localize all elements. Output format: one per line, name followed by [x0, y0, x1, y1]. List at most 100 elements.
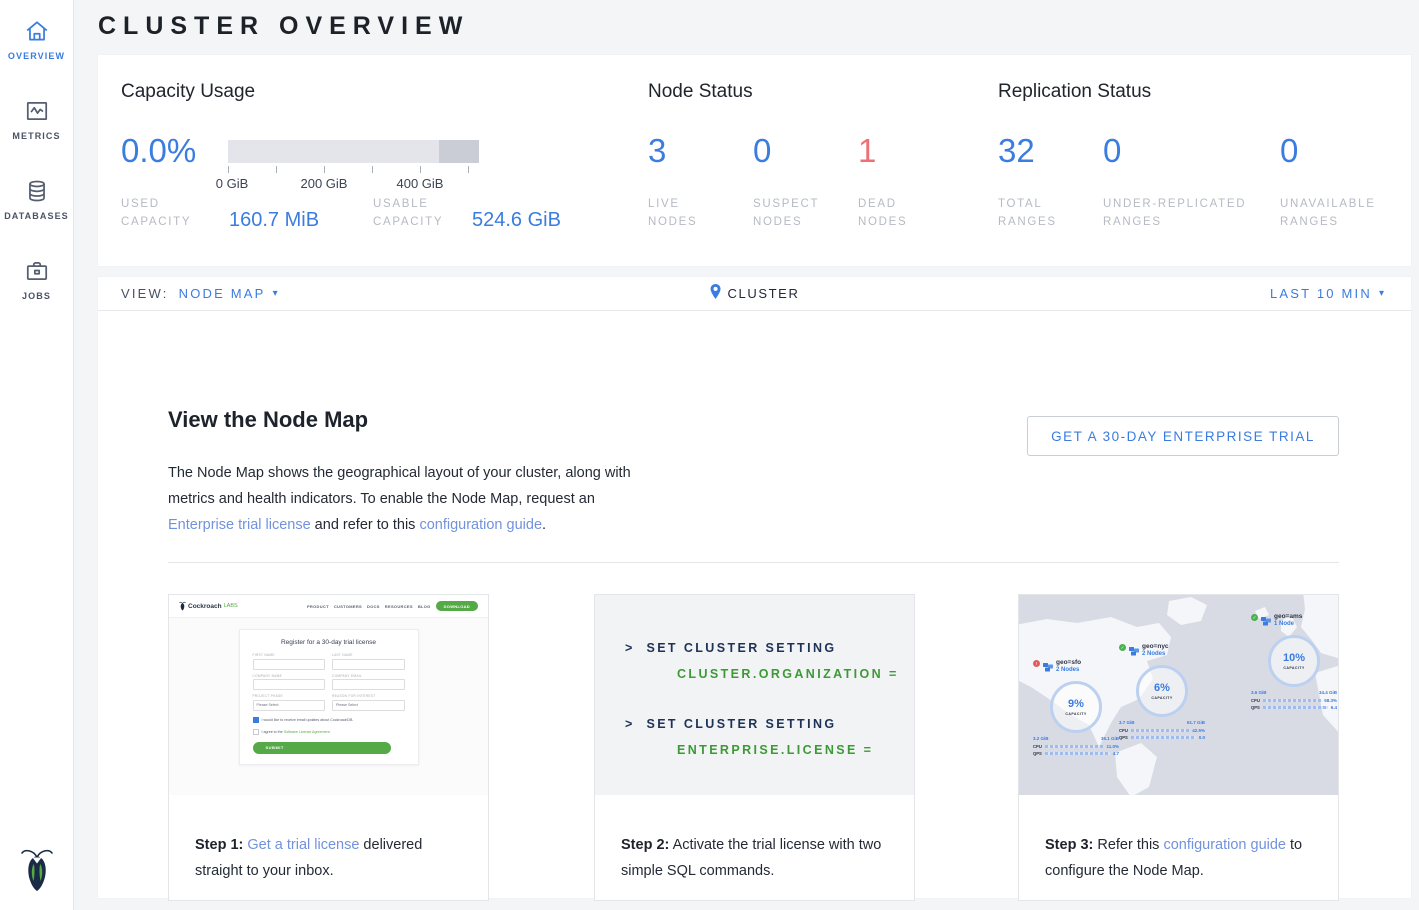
description-text: . — [542, 517, 546, 533]
locality-name: geo=ams — [1274, 613, 1302, 621]
nodes-cube-icon — [1261, 613, 1271, 631]
total-capacity: 34.4 GiB — [1319, 690, 1337, 695]
sidebar: OVERVIEW METRICS DATABASES JOBS — [0, 0, 74, 910]
enterprise-trial-license-link[interactable]: Enterprise trial license — [168, 517, 311, 533]
sidebar-item-label: DATABASES — [0, 211, 73, 221]
get-trial-license-link[interactable]: Get a trial license — [247, 837, 359, 853]
license-agreement-link: Software License Agreement. — [284, 730, 331, 734]
capacity-bar-reserved-segment — [439, 140, 479, 163]
sidebar-item-label: JOBS — [0, 291, 73, 301]
map-pin-icon — [710, 284, 721, 304]
sidebar-item-overview[interactable]: OVERVIEW — [0, 18, 73, 61]
axis-tick — [372, 166, 373, 173]
checkbox-checked — [253, 717, 259, 723]
capacity-gauge: 6% CAPACITY — [1136, 665, 1188, 717]
axis-tick — [276, 166, 277, 173]
form-title: Register for a 30-day trial license — [253, 639, 405, 646]
configuration-guide-link[interactable]: configuration guide — [419, 517, 542, 533]
live-status-icon: ✓ — [1119, 644, 1126, 651]
capacity-gauge: 9% CAPACITY — [1050, 681, 1102, 733]
axis-tick-label: 200 GiB — [294, 176, 354, 191]
axis-tick — [468, 166, 469, 173]
live-status-icon: ✓ — [1251, 614, 1258, 621]
jobs-icon — [0, 258, 73, 284]
used-capacity: 3.6 GiB — [1251, 690, 1267, 695]
qps-label: QPS — [1119, 735, 1128, 740]
step-label: Step 1: — [195, 837, 243, 853]
description-text: The Node Map shows the geographical layo… — [168, 465, 631, 507]
cpu-sparkline — [1131, 729, 1189, 732]
cluster-breadcrumb[interactable]: CLUSTER — [710, 277, 800, 310]
cluster-breadcrumb-label: CLUSTER — [728, 286, 800, 301]
prompt-symbol: > — [625, 717, 635, 731]
cluster-overview-page: OVERVIEW METRICS DATABASES JOBS — [0, 0, 1419, 910]
section-title: View the Node Map — [168, 407, 368, 433]
sql-command: SET CLUSTER SETTING — [646, 717, 836, 731]
used-capacity-value: 160.7 MiB — [229, 209, 319, 232]
step-3-caption: Step 3: Refer this configuration guide t… — [1019, 810, 1338, 884]
axis-tick — [228, 166, 229, 173]
qps-sparkline — [1045, 752, 1110, 755]
live-nodes-label: LIVE NODES — [648, 195, 718, 231]
submit-button: SUBMIT — [253, 742, 391, 754]
get-enterprise-trial-button[interactable]: GET A 30-DAY ENTERPRISE TRIAL — [1027, 416, 1339, 456]
qps-label: QPS — [1033, 751, 1042, 756]
nodes-cube-icon — [1129, 643, 1139, 661]
axis-tick — [324, 166, 325, 173]
field-label: FIRST NAME — [253, 653, 326, 657]
suspect-nodes-value: 0 — [753, 134, 771, 167]
cpu-label: CPU — [1251, 698, 1260, 703]
text-input — [332, 679, 405, 690]
step-label: Step 3: — [1045, 837, 1093, 853]
configuration-guide-link[interactable]: configuration guide — [1163, 837, 1286, 853]
step-label: Step 2: — [621, 837, 669, 853]
capacity-percent: 0.0% — [121, 134, 196, 167]
dead-status-icon: ! — [1033, 660, 1040, 667]
node-status-title: Node Status — [648, 81, 753, 103]
cpu-label: CPU — [1119, 728, 1128, 733]
sidebar-item-databases[interactable]: DATABASES — [0, 178, 73, 221]
sidebar-item-metrics[interactable]: METRICS — [0, 98, 73, 141]
cpu-sparkline — [1045, 745, 1103, 748]
chevron-down-icon: ▾ — [273, 288, 280, 299]
divider — [168, 562, 1339, 563]
download-button: DOWNLOAD — [436, 601, 478, 611]
qps-value: 0.0 — [1199, 735, 1205, 740]
checkbox-text: I agree to the — [262, 730, 284, 734]
total-ranges-label: TOTAL RANGES — [998, 195, 1078, 231]
view-dropdown[interactable]: NODE MAP ▾ — [179, 286, 280, 301]
suspect-nodes-label: SUSPECT NODES — [753, 195, 833, 231]
view-label: VIEW: — [121, 286, 169, 301]
time-range-dropdown[interactable]: LAST 10 MIN ▾ — [1270, 277, 1384, 310]
field-label: REASON FOR INTEREST — [332, 694, 405, 698]
description-text: and refer to this — [311, 517, 420, 533]
unavailable-ranges-value: 0 — [1280, 134, 1298, 167]
dead-nodes-label: DEAD NODES — [858, 195, 928, 231]
nav-item: BLOG — [418, 604, 431, 609]
cockroachdb-logo — [0, 845, 73, 898]
checkbox-label: I agree to the Software License Agreemen… — [262, 730, 331, 734]
cpu-label: CPU — [1033, 744, 1042, 749]
caption-text: Refer this — [1093, 837, 1163, 853]
cpu-value: 58.3% — [1324, 698, 1337, 703]
select-input: Please Select — [253, 700, 326, 711]
cpu-value: 11.0% — [1106, 744, 1119, 749]
replication-status-title: Replication Status — [998, 81, 1151, 103]
capacity-percent: 6% — [1154, 683, 1170, 694]
nav-item: DOCS — [367, 604, 380, 609]
used-capacity-label: USED CAPACITY — [121, 195, 211, 231]
total-ranges-value: 32 — [998, 134, 1035, 167]
step-1-caption: Step 1: Get a trial license delivered st… — [169, 810, 488, 884]
under-replicated-ranges-label: UNDER-REPLICATED RANGES — [1103, 195, 1268, 231]
text-input — [253, 679, 326, 690]
locality-name: geo=sfo — [1056, 659, 1081, 667]
step-3-card: ! geo=sfo2 Nodes 9% CAPACITY 3.2 GiB35.1… — [1018, 594, 1339, 901]
sidebar-item-jobs[interactable]: JOBS — [0, 258, 73, 301]
capacity-label: CAPACITY — [1283, 666, 1304, 670]
used-capacity: 3.7 GiB — [1119, 720, 1135, 725]
capacity-percent: 10% — [1283, 653, 1305, 664]
text-input — [332, 659, 405, 670]
node-count: 1 Node — [1274, 621, 1302, 629]
field-label: LAST NAME — [332, 653, 405, 657]
sql-setting: CLUSTER.ORGANIZATION = — [677, 667, 914, 681]
